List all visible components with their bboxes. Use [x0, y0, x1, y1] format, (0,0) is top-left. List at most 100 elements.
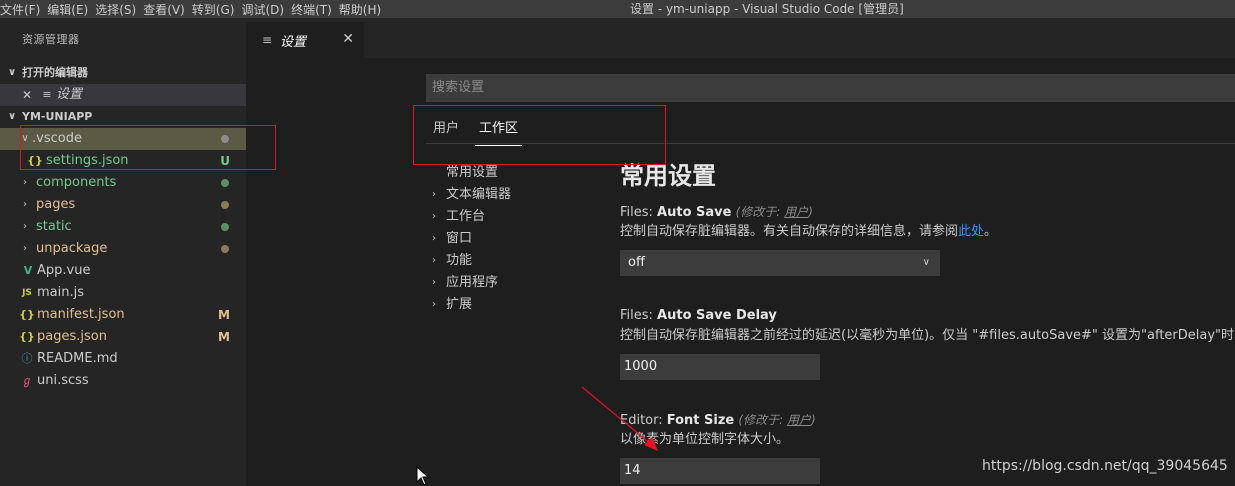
setting-category: Files:	[620, 205, 653, 220]
file-label: pages.json	[37, 329, 107, 344]
toc-item-workbench[interactable]: › 工作台	[432, 206, 511, 228]
json-file-icon: {}	[19, 330, 35, 343]
setting-title: Editor: Font Size (修改于: 用户)	[620, 410, 1235, 430]
section-title: 常用设置	[620, 162, 716, 190]
menu-selection[interactable]: 选择(S)	[95, 1, 143, 18]
setting-description: 控制自动保存脏编辑器。有关自动保存的详细信息，请参阅此处。	[620, 222, 1235, 242]
menu-view[interactable]: 查看(V)	[143, 1, 192, 18]
modified-in-user-link[interactable]: 用户	[784, 205, 808, 219]
open-editors-label: 打开的编辑器	[22, 66, 88, 79]
tree-file-app-vue[interactable]: V App.vue	[0, 260, 246, 282]
toc-label: 应用程序	[446, 275, 499, 290]
folder-label: static	[36, 219, 72, 234]
folder-label: unpackage	[36, 241, 108, 256]
menu-help[interactable]: 帮助(H)	[339, 1, 388, 18]
setting-category: Files:	[620, 308, 653, 323]
mouse-cursor-icon	[416, 466, 430, 486]
modified-suffix: )	[808, 205, 813, 219]
toc-item-application[interactable]: › 应用程序	[432, 272, 511, 294]
tree-file-manifest-json[interactable]: {} manifest.json M	[0, 304, 246, 326]
modified-prefix: (修改于:	[738, 413, 784, 427]
modified-dot	[221, 245, 229, 253]
open-editor-item-settings[interactable]: ✕ ≡ 设置	[0, 84, 246, 106]
setting-key: Font Size	[666, 413, 735, 428]
chevron-right-icon: ›	[23, 199, 27, 210]
menu-edit[interactable]: 编辑(E)	[47, 1, 95, 18]
annotation-box-vscode-folder	[20, 125, 276, 170]
menu-bar: 文件(F) 编辑(E) 选择(S) 查看(V) 转到(G) 调试(D) 终端(T…	[0, 0, 1235, 18]
explorer-sidebar: 资源管理器 ∨ 打开的编辑器 ✕ ≡ 设置 ∨ YM-UNIAPP ∨ .vsc…	[0, 18, 246, 486]
settings-list: 常用设置 Files: Auto Save (修改于: 用户) 控制自动保存脏编…	[620, 158, 1235, 484]
modified-indicator: (修改于: 用户)	[736, 205, 813, 219]
auto-save-select[interactable]: off ∨	[620, 250, 940, 276]
settings-search-input[interactable]: 搜索设置	[426, 74, 1235, 102]
settings-toc: 常用设置 › 文本编辑器 › 工作台 › 窗口 › 功能 › 应用程序 › 扩展	[432, 162, 511, 316]
description-text: 控制自动保存脏编辑器。有关自动保存的详细信息，请参阅	[620, 224, 959, 239]
vscode-window: 文件(F) 编辑(E) 选择(S) 查看(V) 转到(G) 调试(D) 终端(T…	[0, 0, 1235, 486]
description-end: 。	[984, 224, 998, 239]
editor-tab-bar: ≡ 设置 ✕	[246, 18, 1235, 58]
file-label: README.md	[37, 351, 118, 366]
toc-item-common[interactable]: 常用设置	[432, 162, 511, 184]
toc-label: 窗口	[446, 231, 473, 246]
git-status-badge: M	[218, 330, 230, 344]
chevron-right-icon: ›	[432, 189, 436, 200]
toc-item-extensions[interactable]: › 扩展	[432, 294, 511, 316]
toc-item-text-editor[interactable]: › 文本编辑器	[432, 184, 511, 206]
chevron-right-icon: ›	[432, 299, 436, 310]
tree-folder-components[interactable]: › components	[0, 172, 246, 194]
close-icon[interactable]: ✕	[342, 31, 354, 47]
explorer-title: 资源管理器	[22, 33, 80, 46]
tree-folder-static[interactable]: › static	[0, 216, 246, 238]
menu-go[interactable]: 转到(G)	[192, 1, 242, 18]
open-editors-header[interactable]: ∨ 打开的编辑器	[0, 62, 246, 84]
annotation-arrow	[581, 386, 658, 451]
file-label: App.vue	[37, 263, 91, 278]
file-label: manifest.json	[37, 307, 125, 322]
setting-title: Files: Auto Save (修改于: 用户)	[620, 202, 1235, 222]
annotation-box-scope-tabs	[413, 105, 666, 165]
chevron-right-icon: ›	[23, 221, 27, 232]
chevron-right-icon: ›	[23, 177, 27, 188]
setting-auto-save-delay: Files: Auto Save Delay 控制自动保存脏编辑器之前经过的延迟…	[620, 306, 1235, 380]
chevron-right-icon: ›	[432, 255, 436, 266]
setting-description: 以像素为单位控制字体大小。	[620, 432, 790, 447]
tree-file-readme-md[interactable]: ⓘ README.md	[0, 348, 246, 370]
vue-file-icon: V	[23, 264, 33, 277]
json-file-icon: {}	[19, 308, 35, 321]
select-value: off	[628, 255, 645, 270]
chevron-right-icon: ›	[432, 277, 436, 288]
menu-debug[interactable]: 调试(D)	[241, 1, 291, 18]
toc-item-features[interactable]: › 功能	[432, 250, 511, 272]
untracked-dot	[221, 223, 229, 231]
chevron-right-icon: ›	[432, 233, 436, 244]
tab-settings[interactable]: ≡ 设置 ✕	[246, 22, 364, 58]
close-icon[interactable]: ✕	[22, 84, 38, 106]
settings-editor: 搜索设置 用户 工作区 常用设置 › 文本编辑器 › 工作台 › 窗口 › 功能…	[246, 58, 1235, 486]
tree-folder-unpackage[interactable]: › unpackage	[0, 238, 246, 260]
modified-prefix: (修改于:	[735, 205, 781, 219]
setting-auto-save: Files: Auto Save (修改于: 用户) 控制自动保存脏编辑器。有关…	[620, 202, 1235, 276]
tree-file-pages-json[interactable]: {} pages.json M	[0, 326, 246, 348]
menu-file[interactable]: 文件(F)	[0, 1, 47, 18]
chevron-down-icon: ∨	[8, 67, 17, 78]
tree-folder-pages[interactable]: › pages	[0, 194, 246, 216]
setting-key: Auto Save	[657, 205, 732, 220]
modified-in-user-link[interactable]: 用户	[787, 413, 811, 427]
here-link[interactable]: 此处	[958, 224, 984, 239]
tree-file-uni-scss[interactable]: ℊ uni.scss	[0, 370, 246, 392]
font-size-input[interactable]: 14	[620, 458, 820, 484]
setting-key: Auto Save Delay	[657, 308, 777, 323]
git-status-badge: M	[218, 308, 230, 322]
toc-label: 文本编辑器	[446, 187, 512, 202]
auto-save-delay-input[interactable]: 1000	[620, 354, 820, 380]
settings-file-icon: ≡	[262, 33, 273, 47]
file-label: main.js	[37, 285, 84, 300]
file-label: uni.scss	[37, 373, 89, 388]
settings-file-icon: ≡	[42, 88, 52, 101]
tree-file-main-js[interactable]: JS main.js	[0, 282, 246, 304]
toc-item-window[interactable]: › 窗口	[432, 228, 511, 250]
menu-terminal[interactable]: 终端(T)	[291, 1, 339, 18]
sass-file-icon: ℊ	[21, 374, 33, 387]
modified-dot	[221, 201, 229, 209]
